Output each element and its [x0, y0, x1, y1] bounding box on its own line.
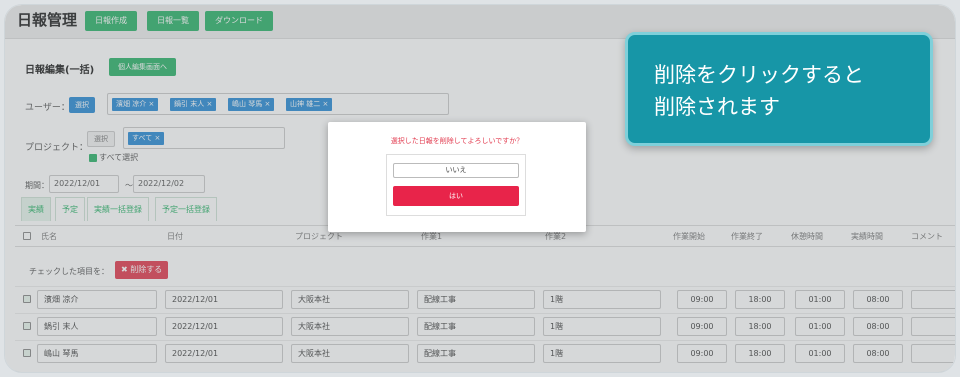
- callout-text: 削除をクリックすると 削除されます: [654, 63, 864, 119]
- confirm-message: 選択した日報を削除してよろしいですか？: [390, 137, 524, 145]
- confirm-button-group: いいえ はい: [386, 154, 526, 216]
- screenshot-frame: 日報管理 日報作成 日報一覧 ダウンロード 日報編集(一括) 個人編集画面へ ユ…: [4, 4, 956, 373]
- cancel-button[interactable]: いいえ: [393, 163, 519, 178]
- delete-confirm-dialog: 選択した日報を削除してよろしいですか？ いいえ はい: [328, 122, 586, 232]
- instruction-callout: 削除をクリックすると 削除されます: [625, 32, 933, 146]
- confirm-delete-button[interactable]: はい: [393, 186, 519, 206]
